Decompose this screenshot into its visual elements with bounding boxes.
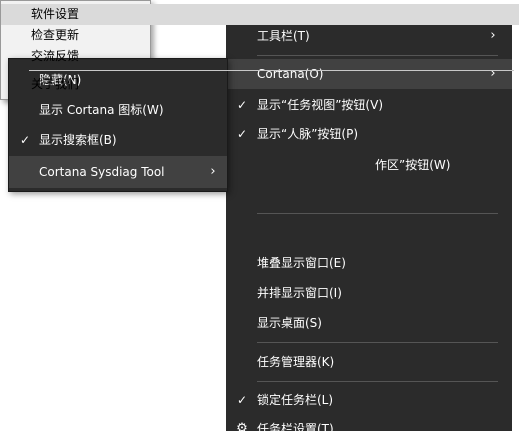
- menu-item-label: Cortana Sysdiag Tool: [39, 165, 165, 179]
- menu-separator: [257, 213, 498, 214]
- menu-item-show-people[interactable]: ✓ 显示“人脉”按钮(P): [226, 119, 512, 149]
- menu-item-label: 作区”按钮(W): [375, 158, 451, 172]
- menu-item-check-update[interactable]: 检查更新: [1, 25, 519, 46]
- menu-separator: [257, 381, 498, 382]
- checkmark-icon: ✓: [19, 133, 31, 147]
- menu-item-label: 显示“人脉”按钮(P): [257, 127, 359, 141]
- menu-item-show-search-box[interactable]: ✓ 显示搜索框(B): [9, 125, 227, 155]
- checkmark-icon: ✓: [236, 393, 248, 407]
- menu-item-ink-workspace[interactable]: 作区”按钮(W): [226, 150, 512, 180]
- gear-icon: ⚙: [236, 421, 248, 436]
- menu-item-lock-taskbar[interactable]: ✓ 锁定任务栏(L): [226, 385, 512, 415]
- menu-item-cortana-sysdiag-tool[interactable]: Cortana Sysdiag Tool ›: [9, 156, 227, 188]
- sysdiag-tool-menu: 软件设置 检查更新 交流反馈 关于我们: [0, 0, 519, 100]
- menu-item-label: 任务管理器(K): [257, 355, 335, 369]
- menu-item-label: 关于我们: [31, 77, 80, 91]
- menu-item-label: 显示 Cortana 图标(W): [39, 103, 164, 117]
- menu-separator: [257, 342, 498, 343]
- chevron-right-icon: ›: [210, 164, 216, 179]
- menu-item-software-settings[interactable]: 软件设置: [1, 4, 519, 25]
- menu-item-about-us[interactable]: 关于我们: [1, 74, 519, 95]
- menu-item-show-cortana-icon[interactable]: 显示 Cortana 图标(W): [9, 95, 227, 125]
- menu-item-label: 显示搜索框(B): [39, 133, 117, 147]
- menu-item-label: 锁定任务栏(L): [257, 393, 334, 407]
- menu-item-label: 显示桌面(S): [257, 316, 322, 330]
- menu-item-label: 检查更新: [31, 28, 80, 42]
- menu-item-taskbar-settings[interactable]: ⚙ 任务栏设置(T): [226, 414, 512, 444]
- menu-separator: [29, 70, 514, 71]
- menu-item-task-manager[interactable]: 任务管理器(K): [226, 347, 512, 377]
- checkmark-icon: ✓: [236, 127, 248, 141]
- menu-item-label: 并排显示窗口(I): [257, 286, 342, 300]
- menu-item-cascade-windows[interactable]: 堆叠显示窗口(E): [226, 248, 512, 278]
- menu-item-label: 交流反馈: [31, 49, 80, 63]
- menu-item-show-desktop[interactable]: 显示桌面(S): [226, 308, 512, 338]
- menu-item-label: 堆叠显示窗口(E): [257, 256, 346, 270]
- menu-item-label: 任务栏设置(T): [257, 422, 334, 436]
- menu-item-label: 软件设置: [31, 7, 80, 21]
- menu-item-feedback[interactable]: 交流反馈: [1, 46, 519, 67]
- menu-item-side-by-side[interactable]: 并排显示窗口(I): [226, 278, 512, 308]
